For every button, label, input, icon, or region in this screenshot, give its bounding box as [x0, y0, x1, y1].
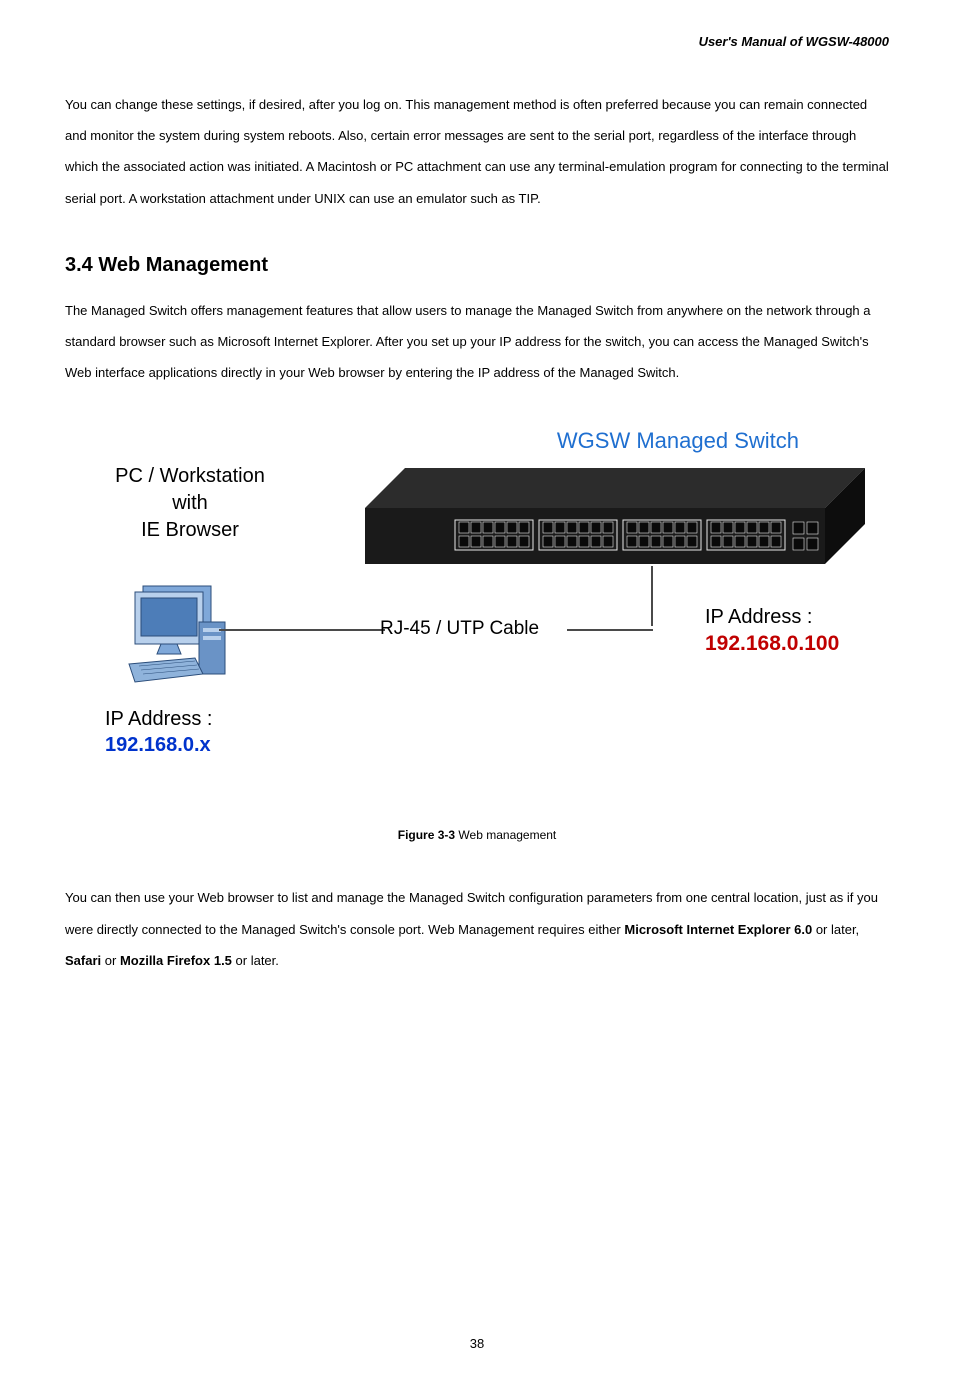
cable-label: RJ-45 / UTP Cable [380, 618, 539, 640]
p3-bold-ie: Microsoft Internet Explorer 6.0 [624, 922, 812, 937]
page-header: User's Manual of WGSW-48000 [65, 34, 889, 49]
paragraph-web-mgmt: The Managed Switch offers management fea… [65, 295, 889, 389]
pc-title-line3: IE Browser [141, 519, 239, 541]
section-heading: 3.4 Web Management [65, 254, 889, 277]
figure-caption-number: Figure 3-3 [398, 828, 455, 842]
pc-title-line1: PC / Workstation [115, 465, 265, 487]
switch-icon [365, 466, 865, 581]
computer-icon [125, 578, 235, 693]
p3-bold-firefox: Mozilla Firefox 1.5 [120, 953, 232, 968]
paragraph-browser-req: You can then use your Web browser to lis… [65, 882, 889, 976]
connector-line-right [567, 629, 653, 631]
pc-title-line2: with [172, 492, 208, 514]
pc-ip-value: 192.168.0.x [105, 734, 211, 757]
figure-3-3: WGSW Managed Switch PC / Workstation wit… [65, 428, 889, 808]
switch-title-text: WGSW Managed Switch [557, 428, 799, 454]
pc-title-block: PC / Workstation with IE Browser [90, 463, 290, 544]
figure-caption-text: Web management [455, 828, 556, 842]
connector-line-left [219, 629, 385, 631]
p3-text-3: or [101, 953, 120, 968]
switch-ip-label: IP Address : [705, 606, 812, 629]
pc-ip-label: IP Address : [105, 708, 212, 731]
connector-line-vertical [651, 566, 653, 626]
page-number: 38 [65, 1336, 889, 1351]
p3-text-2: or later, [812, 922, 859, 937]
document-page: User's Manual of WGSW-48000 You can chan… [0, 0, 954, 1391]
switch-ip-value: 192.168.0.100 [705, 632, 839, 656]
figure-caption: Figure 3-3 Web management [65, 828, 889, 842]
p3-bold-safari: Safari [65, 953, 101, 968]
p3-text-4: or later. [232, 953, 279, 968]
paragraph-intro: You can change these settings, if desire… [65, 89, 889, 214]
